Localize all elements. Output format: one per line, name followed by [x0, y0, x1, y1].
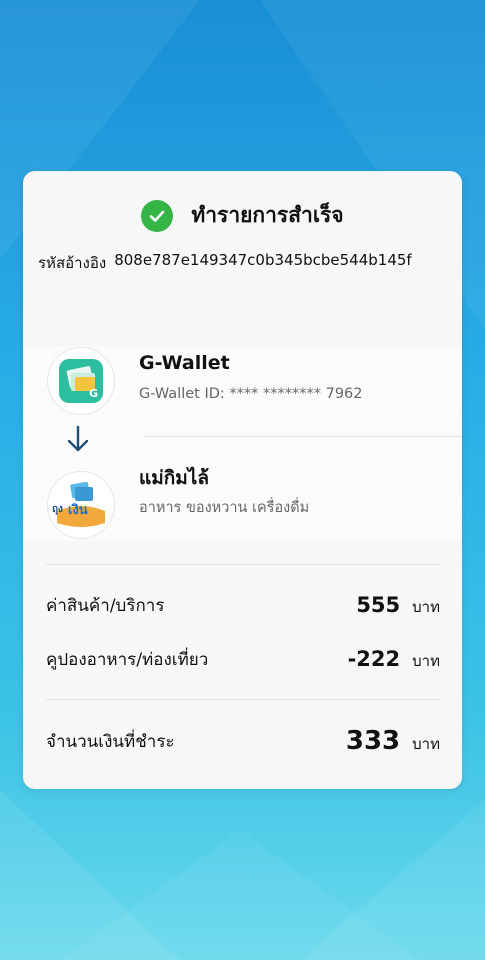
payer-detail: G-Wallet ID: **** ******** 7962 — [139, 386, 363, 402]
g-wallet-app-icon: G — [48, 348, 114, 414]
line-unit: บาท — [412, 651, 440, 670]
check-circle-icon — [141, 199, 174, 232]
line-item-goods: ค่าสินค้า/บริการ 555 บาท — [46, 592, 440, 619]
transfer-parties: G G-Wallet G-Wallet ID: **** ******** 79… — [23, 346, 462, 541]
reference-value: 808e787e149347c0b345bcbe544b145f — [114, 251, 412, 269]
payer-name: G-Wallet — [139, 352, 230, 374]
total-divider — [46, 699, 440, 700]
reference-row: รหัสอ้างอิง 808e787e149347c0b345bcbe544b… — [38, 251, 452, 275]
line-amount: -222 — [347, 646, 401, 671]
line-label: ค่าสินค้า/บริการ — [46, 596, 165, 616]
party-divider — [143, 436, 462, 437]
line-amount: 555 — [356, 592, 401, 617]
status-header: ทำรายการสำเร็จ — [23, 199, 462, 232]
g-letter: G — [88, 387, 98, 400]
status-title: ทำรายการสำเร็จ — [191, 203, 344, 227]
receipt-card: ทำรายการสำเร็จ รหัสอ้างอิง 808e787e14934… — [23, 171, 462, 789]
total-label: จำนวนเงินที่ชำระ — [46, 731, 175, 752]
payee-name: แม่กิมไล้ — [139, 467, 209, 489]
thung-ngoen-logo: ถุง เงิน — [48, 472, 114, 538]
line-label: คูปองอาหาร/ท่องเที่ยว — [46, 650, 209, 670]
line-unit: บาท — [412, 597, 440, 616]
arrow-down-icon — [67, 425, 89, 452]
total-amount: 333 — [345, 726, 401, 756]
total-row: จำนวนเงินที่ชำระ 333 บาท — [46, 726, 440, 756]
payee-detail: อาหาร ของหวาน เครื่องดื่ม — [139, 500, 310, 516]
line-item-coupon: คูปองอาหาร/ท่องเที่ยว -222 บาท — [46, 646, 440, 673]
logo-text-a: ถุง — [52, 504, 63, 515]
total-unit: บาท — [412, 735, 440, 753]
logo-text-b: เงิน — [68, 503, 88, 518]
section-divider — [46, 564, 440, 565]
reference-label: รหัสอ้างอิง — [38, 254, 107, 272]
